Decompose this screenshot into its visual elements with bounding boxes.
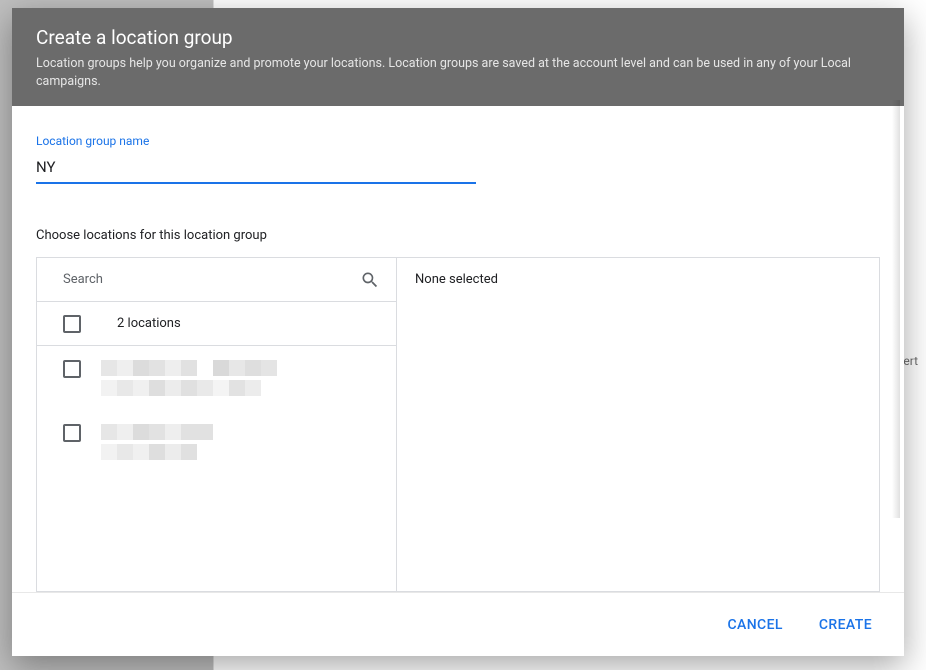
- search-row: [37, 258, 396, 302]
- locations-panels: 2 locations: [36, 257, 880, 592]
- choose-locations-label: Choose locations for this location group: [36, 228, 880, 243]
- modal-header: Create a location group Location groups …: [12, 8, 904, 106]
- modal-footer: CANCEL CREATE: [12, 592, 904, 656]
- list-item: [37, 346, 396, 410]
- group-name-label: Location group name: [36, 134, 880, 148]
- locations-list-panel: 2 locations: [37, 258, 397, 591]
- group-name-input[interactable]: [36, 154, 476, 184]
- create-button[interactable]: CREATE: [815, 609, 876, 641]
- modal-subtitle: Location groups help you organize and pr…: [36, 55, 880, 90]
- create-location-group-modal: Create a location group Location groups …: [12, 8, 904, 656]
- locations-count-label: 2 locations: [117, 316, 181, 331]
- search-icon: [360, 270, 380, 290]
- cancel-button[interactable]: CANCEL: [724, 609, 787, 641]
- modal-title: Create a location group: [36, 26, 880, 49]
- location-checkbox[interactable]: [63, 360, 81, 378]
- location-checkbox[interactable]: [63, 424, 81, 442]
- redacted-location-1: [101, 360, 277, 396]
- modal-body: Location group name Choose locations for…: [12, 106, 904, 592]
- none-selected-label: None selected: [415, 272, 861, 287]
- select-all-row: 2 locations: [37, 302, 396, 346]
- scroll-shadow: [892, 100, 900, 518]
- redacted-location-2: [101, 424, 213, 460]
- list-item: [37, 410, 396, 474]
- select-all-checkbox[interactable]: [63, 315, 81, 333]
- search-input[interactable]: [63, 272, 360, 287]
- selected-locations-panel: None selected: [397, 258, 879, 591]
